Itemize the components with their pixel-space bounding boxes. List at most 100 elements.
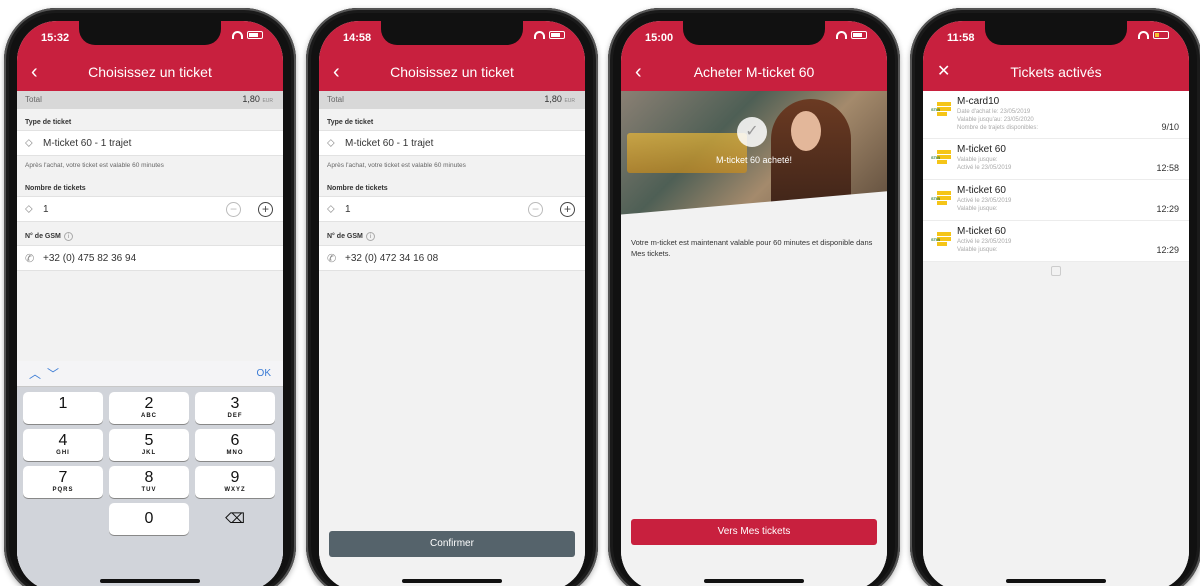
key-6[interactable]: 6 MNO — [195, 429, 275, 461]
keypad: 1 2 ABC 3 DEF 4 GHI 5 JKL 6 MNO 7 PQRS 8 TUV 9W… — [17, 387, 283, 535]
key-1[interactable]: 1 — [23, 392, 103, 424]
ticket-count-field[interactable]: ⬦ 1 − + — [17, 196, 283, 222]
wifi-icon — [534, 31, 545, 39]
key-digit: 9 — [230, 469, 240, 486]
gsm-field[interactable]: ✆ +32 (0) 472 34 16 08 — [319, 245, 585, 271]
ticket-name: M-ticket 60 — [957, 226, 1006, 237]
count-label: Nombre de tickets — [25, 185, 86, 192]
ticket-type-label: Type de ticket — [25, 119, 72, 126]
ticket-value: 12:29 — [1156, 245, 1179, 255]
ticket-sub: Nombre de trajets disponibles: — [957, 125, 1039, 131]
total-amount: 1,80 — [242, 94, 260, 104]
phone-2: 14:58 ‹ Choisissez un ticket Total 1,80 … — [306, 8, 598, 586]
home-indicator[interactable] — [100, 579, 200, 583]
ticket-sub: Valable jusque: — [957, 206, 998, 212]
go-to-tickets-button[interactable]: Vers Mes tickets — [631, 519, 877, 545]
key-9[interactable]: 9 WXYZ — [195, 466, 275, 498]
page-title: Acheter M-ticket 60 — [693, 64, 815, 80]
nav-bar: ‹ Acheter M-ticket 60 — [621, 55, 887, 91]
mcard-logo-icon: STIB — [931, 102, 953, 116]
list-end-icon — [1051, 266, 1061, 276]
home-indicator[interactable] — [402, 579, 502, 583]
key-digit: 1 — [58, 395, 68, 412]
form-content: Total 1,80 EUR Type de ticket ⬦ M-ticket… — [319, 91, 585, 586]
check-icon: ✓ — [737, 117, 767, 147]
field-nav-arrows-icon[interactable]: ︿﹀ — [29, 365, 65, 382]
home-indicator[interactable] — [1006, 579, 1106, 583]
gsm-field[interactable]: ✆ +32 (0) 475 82 36 94 — [17, 245, 283, 271]
battery-icon — [1153, 31, 1169, 39]
key-letters: PQRS — [52, 487, 74, 493]
home-indicator[interactable] — [704, 579, 804, 583]
ticket-count-value[interactable]: 1 — [43, 204, 49, 215]
key-digit: 5 — [144, 432, 154, 449]
key-letters: MNO — [226, 450, 244, 456]
minus-circle-icon[interactable]: − — [528, 202, 543, 217]
ticket-type-field[interactable]: ⬦ M-ticket 60 - 1 trajet — [17, 130, 283, 156]
ticket-icon: ⬦ — [327, 203, 335, 215]
key-7[interactable]: 7 PQRS — [23, 466, 103, 498]
notch — [683, 21, 825, 45]
gsm-value: +32 (0) 475 82 36 94 — [43, 253, 137, 264]
ticket-value: 12:58 — [1156, 163, 1179, 173]
gsm-value: +32 (0) 472 34 16 08 — [345, 253, 439, 264]
plus-circle-icon[interactable]: + — [258, 202, 273, 217]
key-digit: 8 — [144, 469, 154, 486]
key-5[interactable]: 5 JKL — [109, 429, 189, 461]
battery-icon — [247, 31, 263, 39]
key-letters: ABC — [141, 413, 157, 419]
gsm-label-row: N° de GSM i — [319, 222, 585, 245]
confirm-button[interactable]: Confirmer — [329, 531, 575, 557]
keyboard-toolbar: ︿﹀ OK — [17, 361, 283, 387]
info-icon[interactable]: i — [63, 232, 73, 241]
mticket-logo-icon: STIB — [931, 232, 953, 246]
gsm-label: N° de GSM — [25, 233, 61, 240]
phone-icon: ✆ — [327, 253, 337, 265]
ticket-count-value[interactable]: 1 — [345, 204, 351, 215]
wifi-icon — [836, 31, 847, 39]
key-3[interactable]: 3 DEF — [195, 392, 275, 424]
key-8[interactable]: 8 TUV — [109, 466, 189, 498]
ticket-type-value: M-ticket 60 - 1 trajet — [345, 138, 434, 149]
list-item[interactable]: STIB M-ticket 60 Activé le 23/05/2019 Va… — [923, 221, 1189, 262]
key-letters: TUV — [141, 487, 157, 493]
hero-photo: ✓ M-ticket 60 acheté! — [621, 91, 887, 223]
gsm-label-row: N° de GSM i — [17, 222, 283, 245]
key-letters: DEF — [227, 413, 243, 419]
key-4[interactable]: 4 GHI — [23, 429, 103, 461]
list-item[interactable]: STIB M-ticket 60 Activé le 23/05/2019 Va… — [923, 180, 1189, 221]
total-label: Total — [327, 95, 344, 104]
ticket-count-field[interactable]: ⬦ 1 − + — [319, 196, 585, 222]
ticket-icon: ⬦ — [327, 137, 335, 149]
total-amount: 1,80 — [544, 94, 562, 104]
phone-3: 15:00 ‹ Acheter M-ticket 60 ✓ M-ticket 6… — [608, 8, 900, 586]
ticket-type-label: Type de ticket — [327, 119, 374, 126]
hero-slant — [621, 190, 887, 223]
key-0[interactable]: 0 — [109, 503, 189, 535]
backspace-icon[interactable]: ⌫ — [195, 503, 275, 535]
phone-4-screen: 11:58 ✕ Tickets activés STIB M-card10 Da… — [923, 21, 1189, 586]
status-icons — [232, 31, 263, 39]
confirmation-message: Votre m-ticket est maintenant valable po… — [621, 223, 887, 273]
validity-hint: Après l'achat, votre ticket est valable … — [327, 162, 466, 169]
page-title: Choisissez un ticket — [390, 64, 514, 80]
ticket-name: M-ticket 60 — [957, 144, 1006, 155]
page-title: Choisissez un ticket — [88, 64, 212, 80]
ticket-sub: Valable jusque: — [957, 247, 998, 253]
status-icons — [1138, 31, 1169, 39]
info-icon[interactable]: i — [365, 232, 375, 241]
confirmation-content: ✓ M-ticket 60 acheté! Votre m-ticket est… — [621, 91, 887, 586]
ticket-sub: Activé le 23/05/2019 — [957, 165, 1012, 171]
ticket-value: 12:29 — [1156, 204, 1179, 214]
battery-icon — [851, 31, 867, 39]
page-title: Tickets activés — [1010, 64, 1102, 80]
plus-circle-icon[interactable]: + — [560, 202, 575, 217]
keyboard-ok-button[interactable]: OK — [257, 368, 271, 379]
list-item[interactable]: STIB M-ticket 60 Valable jusque: Activé … — [923, 139, 1189, 180]
total-value: 1,80 EUR — [242, 94, 273, 104]
ticket-type-field[interactable]: ⬦ M-ticket 60 - 1 trajet — [319, 130, 585, 156]
key-2[interactable]: 2 ABC — [109, 392, 189, 424]
minus-circle-icon[interactable]: − — [226, 202, 241, 217]
list-item[interactable]: STIB M-card10 Date d'achat le: 23/05/201… — [923, 91, 1189, 139]
key-letters: JKL — [141, 450, 157, 456]
